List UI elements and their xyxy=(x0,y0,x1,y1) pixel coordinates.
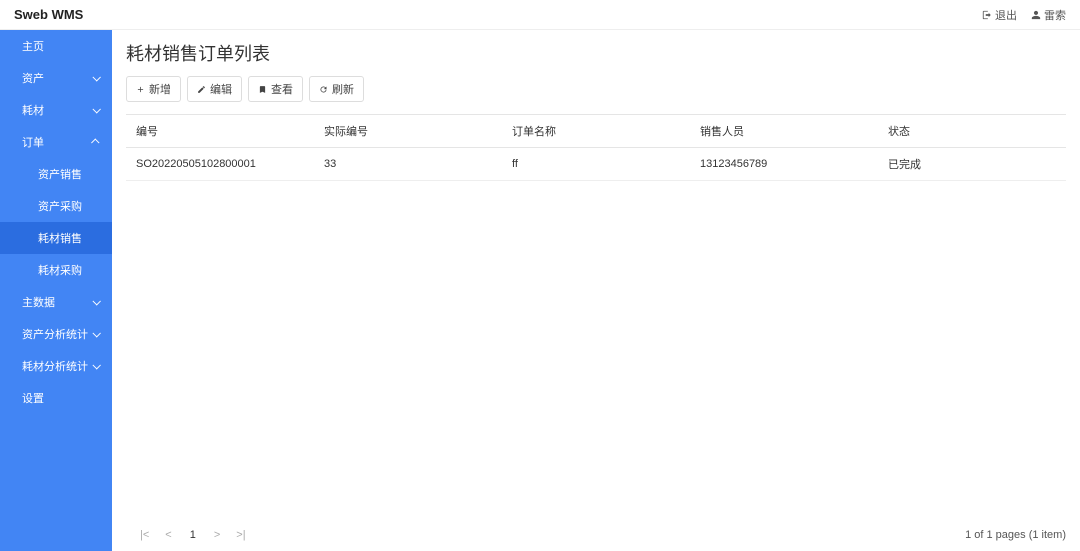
header-right: 退出 雷索 xyxy=(982,7,1066,23)
pager-controls: |< < 1 > >| xyxy=(126,527,250,543)
view-label: 查看 xyxy=(271,81,293,97)
bookmark-icon xyxy=(258,85,267,94)
sidebar-item-9[interactable]: 资产分析统计 xyxy=(0,318,112,350)
add-button[interactable]: 新增 xyxy=(126,76,181,102)
edit-icon xyxy=(197,85,206,94)
pager-next[interactable]: > xyxy=(210,527,224,543)
table-cell: ff xyxy=(502,148,690,181)
sidebar-item-8[interactable]: 主数据 xyxy=(0,286,112,318)
table-cell: 已完成 xyxy=(878,148,1066,181)
sidebar-item-label: 资产 xyxy=(22,70,44,86)
table-cell: SO20220505102800001 xyxy=(126,148,314,181)
pager-first[interactable]: |< xyxy=(136,527,153,543)
col-header-status[interactable]: 状态 xyxy=(878,115,1066,148)
user-label: 雷索 xyxy=(1044,7,1066,23)
sidebar-item-label: 资产销售 xyxy=(38,166,82,182)
sidebar-item-0[interactable]: 主页 xyxy=(0,30,112,62)
col-header-sales[interactable]: 销售人员 xyxy=(690,115,878,148)
chevron-up-icon xyxy=(92,138,100,146)
sidebar-item-10[interactable]: 耗材分析统计 xyxy=(0,350,112,382)
sidebar-item-label: 耗材销售 xyxy=(38,230,82,246)
refresh-label: 刷新 xyxy=(332,81,354,97)
sidebar-item-label: 主页 xyxy=(22,38,44,54)
chevron-down-icon xyxy=(92,298,100,306)
pager-current: 1 xyxy=(184,527,202,543)
refresh-icon xyxy=(319,85,328,94)
pager-prev[interactable]: < xyxy=(161,527,175,543)
sidebar-item-label: 耗材 xyxy=(22,102,44,118)
sidebar-item-label: 设置 xyxy=(22,390,44,406)
toolbar: 新增 编辑 查看 刷新 xyxy=(126,76,1066,102)
chevron-down-icon xyxy=(92,362,100,370)
sidebar-item-label: 资产采购 xyxy=(38,198,82,214)
logout-icon xyxy=(982,10,992,20)
sidebar-item-label: 主数据 xyxy=(22,294,55,310)
brand: Sweb WMS xyxy=(14,7,83,22)
table-cell: 33 xyxy=(314,148,502,181)
add-label: 新增 xyxy=(149,81,171,97)
chevron-down-icon xyxy=(92,106,100,114)
edit-button[interactable]: 编辑 xyxy=(187,76,242,102)
order-table: 编号 实际编号 订单名称 销售人员 状态 SO20220505102800001… xyxy=(126,114,1066,181)
col-header-actual[interactable]: 实际编号 xyxy=(314,115,502,148)
sidebar: 主页资产耗材订单资产销售资产采购耗材销售耗材采购主数据资产分析统计耗材分析统计设… xyxy=(0,30,112,551)
sidebar-item-label: 资产分析统计 xyxy=(22,326,88,342)
sidebar-item-6[interactable]: 耗材销售 xyxy=(0,222,112,254)
refresh-button[interactable]: 刷新 xyxy=(309,76,364,102)
sidebar-item-label: 订单 xyxy=(22,134,44,150)
plus-icon xyxy=(136,85,145,94)
table-header-row: 编号 实际编号 订单名称 销售人员 状态 xyxy=(126,115,1066,148)
table-row[interactable]: SO2022050510280000133ff13123456789已完成 xyxy=(126,148,1066,181)
page-title: 耗材销售订单列表 xyxy=(126,40,1066,66)
sidebar-item-1[interactable]: 资产 xyxy=(0,62,112,94)
chevron-down-icon xyxy=(92,74,100,82)
sidebar-item-3[interactable]: 订单 xyxy=(0,126,112,158)
sidebar-item-label: 耗材分析统计 xyxy=(22,358,88,374)
user-icon xyxy=(1031,10,1041,20)
pagination: |< < 1 > >| 1 of 1 pages (1 item) xyxy=(126,527,1066,543)
sidebar-item-label: 耗材采购 xyxy=(38,262,82,278)
sidebar-item-11[interactable]: 设置 xyxy=(0,382,112,414)
pager-last[interactable]: >| xyxy=(232,527,249,543)
main-content: 耗材销售订单列表 新增 编辑 查看 刷新 编号 xyxy=(112,30,1080,551)
sidebar-item-7[interactable]: 耗材采购 xyxy=(0,254,112,286)
table-cell: 13123456789 xyxy=(690,148,878,181)
view-button[interactable]: 查看 xyxy=(248,76,303,102)
logout-link[interactable]: 退出 xyxy=(982,7,1017,23)
sidebar-item-2[interactable]: 耗材 xyxy=(0,94,112,126)
user-link[interactable]: 雷索 xyxy=(1031,7,1066,23)
app-header: Sweb WMS 退出 雷索 xyxy=(0,0,1080,30)
pager-info: 1 of 1 pages (1 item) xyxy=(965,529,1066,541)
edit-label: 编辑 xyxy=(210,81,232,97)
chevron-down-icon xyxy=(92,330,100,338)
col-header-name[interactable]: 订单名称 xyxy=(502,115,690,148)
sidebar-item-5[interactable]: 资产采购 xyxy=(0,190,112,222)
sidebar-item-4[interactable]: 资产销售 xyxy=(0,158,112,190)
logout-label: 退出 xyxy=(995,7,1017,23)
col-header-id[interactable]: 编号 xyxy=(126,115,314,148)
